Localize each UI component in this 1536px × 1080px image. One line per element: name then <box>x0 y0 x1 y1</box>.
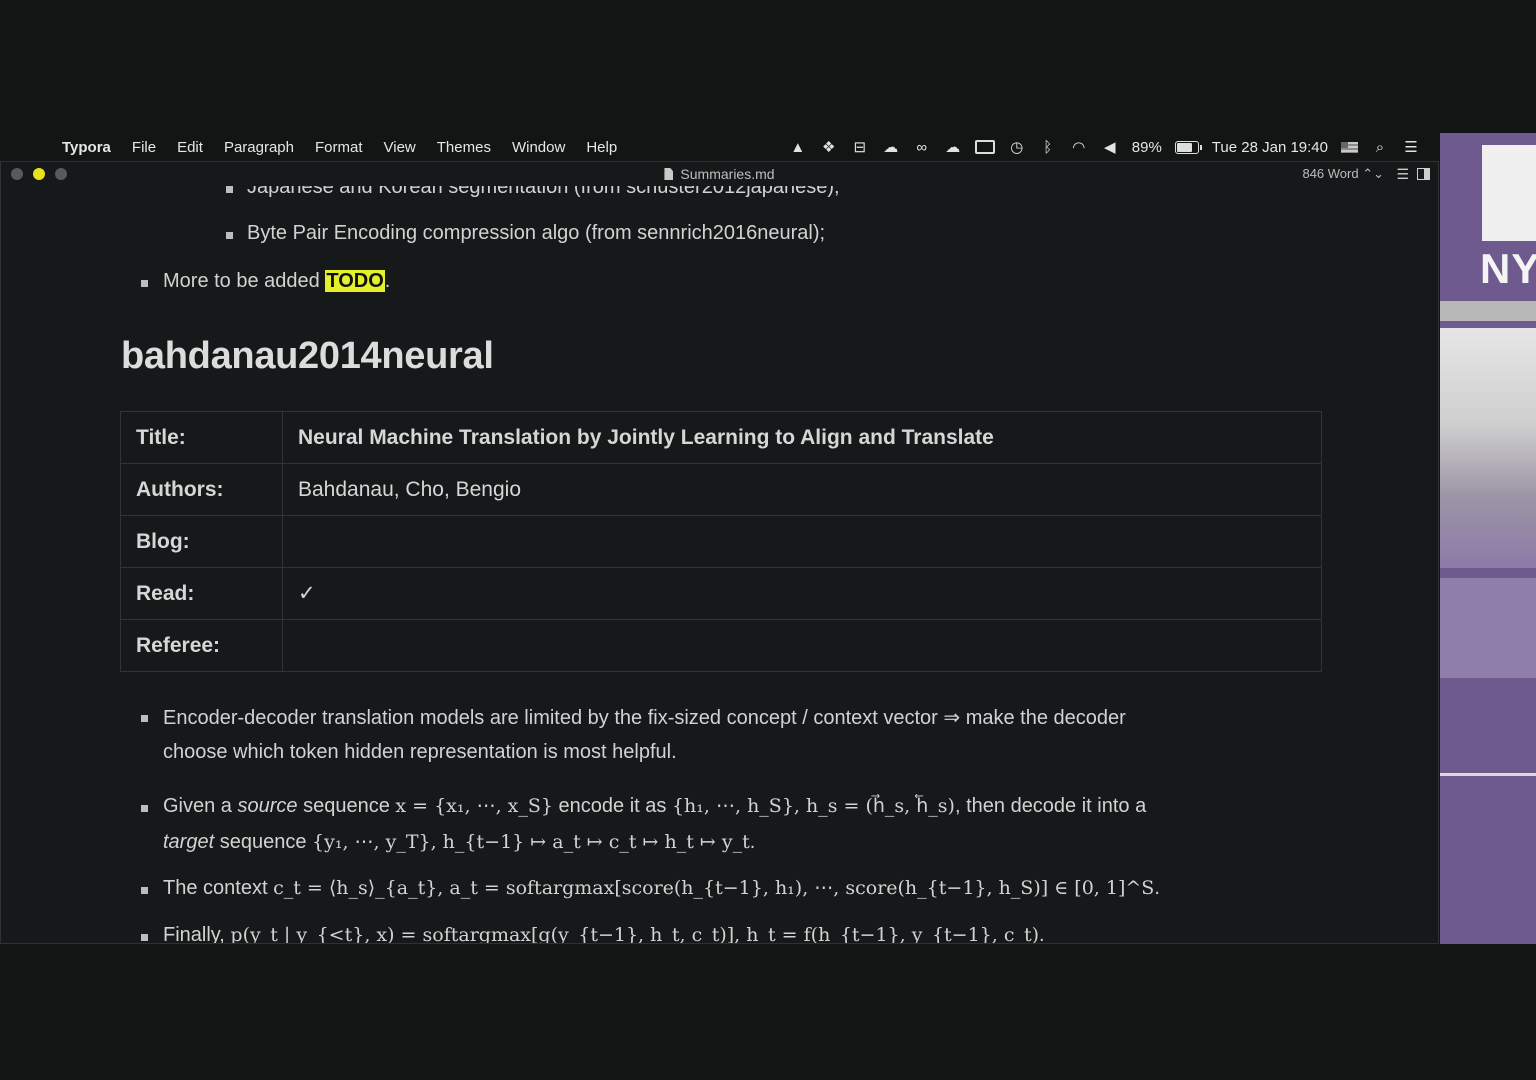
math-target-seq: {y₁, ⋯, y_T}, h_{t−1} ↦ a_t ↦ c_t ↦ h_t … <box>312 831 750 853</box>
nyu-torch-logo <box>1482 145 1536 241</box>
input-source-flag-icon[interactable] <box>1341 141 1358 153</box>
paper-meta-table: Title: Neural Machine Translation by Joi… <box>120 411 1322 672</box>
time-machine-icon[interactable]: ◷ <box>1008 138 1026 156</box>
text: The context <box>163 877 274 899</box>
section-heading: bahdanau2014neural <box>121 335 494 377</box>
list-item-bpe: Byte Pair Encoding compression algo (fro… <box>247 222 826 244</box>
menu-themes[interactable]: Themes <box>437 139 491 156</box>
text: , then decode it into a <box>954 795 1147 817</box>
background-strip <box>1440 301 1536 321</box>
math-output: p(y_t | y_{<t}, x) = softargmax[g(y_{t−1… <box>230 924 1040 944</box>
clock[interactable]: Tue 28 Jan 19:40 <box>1212 139 1328 156</box>
display-icon[interactable] <box>974 140 995 154</box>
list-item-context: The context c_t = ⟨h_s⟩_{a_t}, a_t = sof… <box>163 877 1160 900</box>
glasses-icon[interactable]: ∞ <box>913 139 931 156</box>
cloud-icon[interactable]: ☁ <box>944 138 962 156</box>
table-key: Title: <box>120 411 283 464</box>
math-hidden-states: {h₁, ⋯, h_S}, h_s = (h⃗_s, h⃖_s) <box>671 795 955 817</box>
menubar: Typora File Edit Paragraph Format View T… <box>0 133 1440 161</box>
menu-paragraph[interactable]: Paragraph <box>224 139 294 156</box>
table-key: Authors: <box>120 463 283 516</box>
search-icon[interactable]: ⌕ <box>1371 139 1389 156</box>
titlebar: Summaries.md 846 Word ⌃⌄ ☰ <box>1 162 1438 186</box>
list-item-encoder-line2: choose which token hidden representation… <box>163 741 677 763</box>
status-area: ▲ ❖ ⊟ ☁ ∞ ☁ ◷ ᛒ ◠ ◀ 89% Tue 28 Jan 19:40… <box>789 133 1420 161</box>
text: . <box>1039 924 1045 944</box>
list-item-encoder-line1: Encoder-decoder translation models are l… <box>163 707 1126 729</box>
table-value-read: ✓ <box>282 567 1322 620</box>
emphasis-source: source <box>237 795 298 817</box>
background-strip <box>1440 578 1536 678</box>
menu-format[interactable]: Format <box>315 139 363 156</box>
document-title: Summaries.md <box>1 166 1438 182</box>
background-video-panel: NY <box>1440 133 1536 944</box>
dropbox-icon[interactable]: ❖ <box>820 138 838 156</box>
table-value-authors: Bahdanau, Cho, Bengio <box>282 463 1322 516</box>
creative-cloud-icon[interactable]: ☁ <box>882 138 900 156</box>
editor-content[interactable]: Japanese and Korean segmentation (from s… <box>1 162 1438 943</box>
word-count-button[interactable]: 846 Word ⌃⌄ <box>1302 166 1384 182</box>
table-value-referee <box>282 619 1322 672</box>
text: . <box>749 831 756 853</box>
bluetooth-icon[interactable]: ᛒ <box>1039 139 1057 156</box>
table-row: Blog: <box>120 515 1322 568</box>
menu-view[interactable]: View <box>384 139 416 156</box>
list-item-finally: Finally, p(y_t | y_{<t}, x) = softargmax… <box>163 924 1045 944</box>
battery-icon[interactable] <box>1174 140 1202 154</box>
menu-help[interactable]: Help <box>586 139 617 156</box>
outline-icon[interactable]: ☰ <box>1396 166 1409 183</box>
list-item-given-line2: target sequence {y₁, ⋯, y_T}, h_{t−1} ↦ … <box>163 831 755 854</box>
sidebar-toggle-icon[interactable] <box>1417 168 1430 180</box>
text: . <box>1154 877 1160 899</box>
battery-percent: 89% <box>1131 138 1162 156</box>
cone-icon[interactable]: ▲ <box>789 139 807 156</box>
text: Given a <box>163 795 238 817</box>
background-room <box>1440 328 1536 568</box>
table-row: Referee: <box>120 619 1322 672</box>
document-title-text: Summaries.md <box>680 166 775 182</box>
volume-icon[interactable]: ◀ <box>1101 138 1119 156</box>
text: encode it as <box>553 795 672 817</box>
table-row: Title: Neural Machine Translation by Joi… <box>120 411 1322 464</box>
list-item-todo: More to be added TODO. <box>163 270 390 293</box>
table-row: Read: ✓ <box>120 567 1322 620</box>
math-context: c_t = ⟨h_s⟩_{a_t}, a_t = softargmax[scor… <box>273 877 1155 899</box>
todo-suffix: . <box>384 270 391 292</box>
wifi-icon[interactable]: ◠ <box>1070 138 1088 156</box>
background-line <box>1440 773 1536 776</box>
menu-app[interactable]: Typora <box>62 139 111 156</box>
menu-edit[interactable]: Edit <box>177 139 203 156</box>
table-value-title: Neural Machine Translation by Jointly Le… <box>282 411 1322 464</box>
table-key: Blog: <box>120 515 283 568</box>
table-key: Read: <box>120 567 283 620</box>
nyu-logo-text: NY <box>1480 245 1536 292</box>
text: sequence <box>297 795 396 817</box>
document-icon <box>664 168 674 180</box>
menu-window[interactable]: Window <box>512 139 565 156</box>
menu-file[interactable]: File <box>132 139 156 156</box>
text: sequence <box>214 831 313 853</box>
math-source-seq: x = {x₁, ⋯, x_S} <box>395 795 553 817</box>
todo-highlight: TODO <box>325 270 385 292</box>
notification-center-icon[interactable]: ☰ <box>1402 138 1420 156</box>
list-item-given-line1: Given a source sequence x = {x₁, ⋯, x_S}… <box>163 795 1146 818</box>
text: Finally, <box>163 924 231 944</box>
screen-share-icon[interactable]: ⊟ <box>851 138 869 156</box>
typora-window: Japanese and Korean segmentation (from s… <box>0 161 1439 944</box>
table-value-blog <box>282 515 1322 568</box>
todo-prefix: More to be added <box>163 270 326 292</box>
table-row: Authors: Bahdanau, Cho, Bengio <box>120 463 1322 516</box>
emphasis-target: target <box>163 831 215 853</box>
table-key: Referee: <box>120 619 283 672</box>
